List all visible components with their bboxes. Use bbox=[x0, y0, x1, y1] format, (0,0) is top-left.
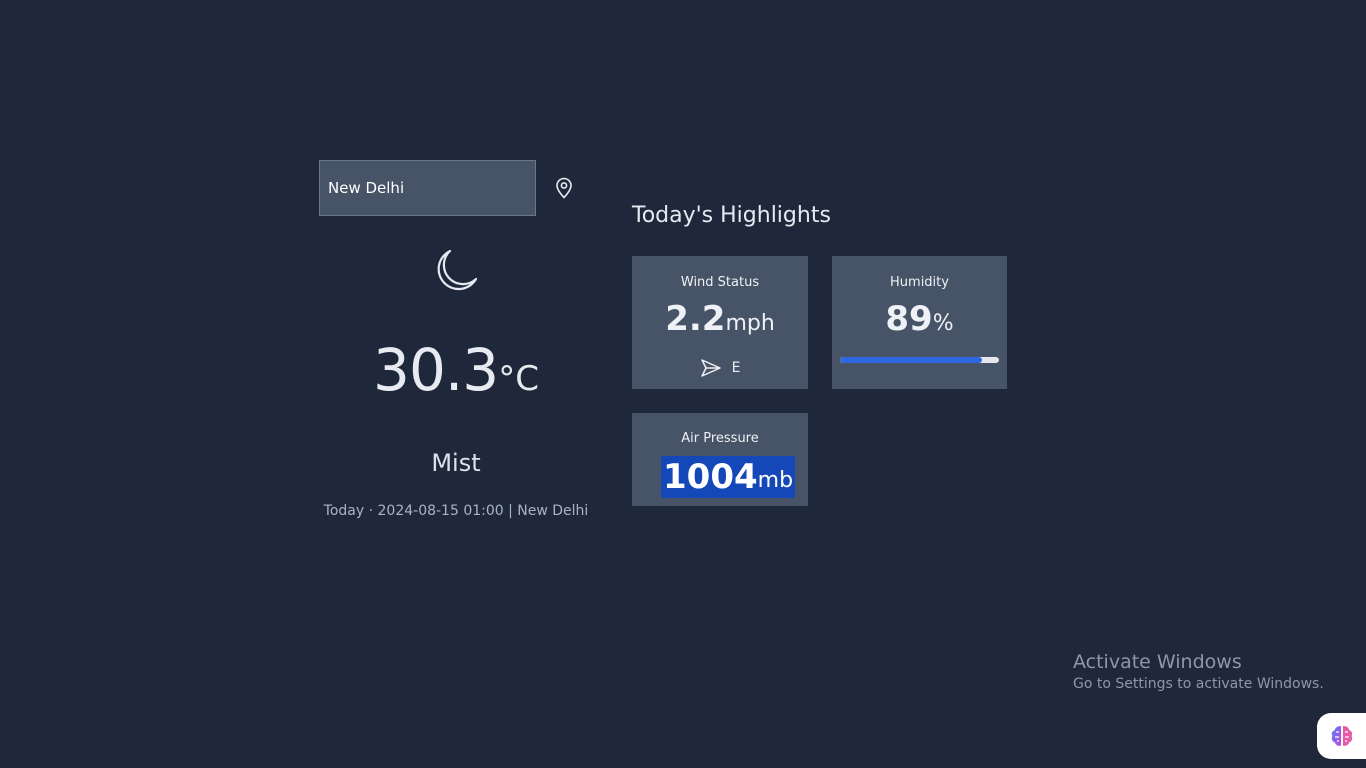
air-pressure-card: Air Pressure 1004 mb bbox=[632, 413, 808, 506]
temperature-display: 30.3°C bbox=[300, 336, 612, 404]
wind-status-label: Wind Status bbox=[680, 275, 760, 290]
wind-speed-value: 2.2 bbox=[665, 299, 726, 339]
activate-windows-watermark: Activate Windows Go to Settings to activ… bbox=[1073, 651, 1324, 692]
humidity-progress-bar bbox=[840, 357, 999, 363]
humidity-value: 89 bbox=[885, 299, 933, 339]
weather-app: 30.3°C Mist Today · 2024-08-15 01:00 | N… bbox=[0, 0, 1366, 768]
location-button[interactable] bbox=[552, 176, 576, 200]
wind-direction: E bbox=[632, 358, 808, 378]
navigation-arrow-icon bbox=[700, 359, 721, 377]
humidity-progress-fill bbox=[840, 357, 982, 363]
temperature-value: 30.3 bbox=[373, 336, 499, 404]
highlights-title: Today's Highlights bbox=[632, 203, 831, 228]
air-pressure-value: 1004 bbox=[663, 457, 758, 497]
map-pin-icon bbox=[556, 177, 572, 199]
city-search-input[interactable] bbox=[319, 160, 536, 216]
air-pressure-reading: 1004 mb bbox=[661, 456, 796, 498]
activate-windows-subtitle: Go to Settings to activate Windows. bbox=[1073, 676, 1324, 692]
humidity-reading: 89% bbox=[832, 299, 1007, 339]
wind-direction-label: E bbox=[731, 360, 741, 376]
brain-icon bbox=[1331, 726, 1353, 746]
weather-condition: Mist bbox=[431, 449, 481, 477]
assistant-badge[interactable] bbox=[1317, 713, 1366, 759]
wind-speed: 2.2mph bbox=[632, 299, 808, 339]
temperature-unit: °C bbox=[498, 359, 539, 399]
activate-windows-title: Activate Windows bbox=[1073, 651, 1242, 673]
wind-speed-unit: mph bbox=[725, 311, 775, 336]
moon-icon bbox=[437, 249, 478, 291]
humidity-card: Humidity 89% bbox=[832, 256, 1007, 389]
air-pressure-label: Air Pressure bbox=[681, 431, 759, 446]
air-pressure-unit: mb bbox=[757, 468, 794, 493]
humidity-unit: % bbox=[932, 311, 954, 336]
humidity-label: Humidity bbox=[890, 275, 949, 290]
date-location-line: Today · 2024-08-15 01:00 | New Delhi bbox=[323, 503, 589, 519]
wind-status-card: Wind Status 2.2mph E bbox=[632, 256, 808, 389]
